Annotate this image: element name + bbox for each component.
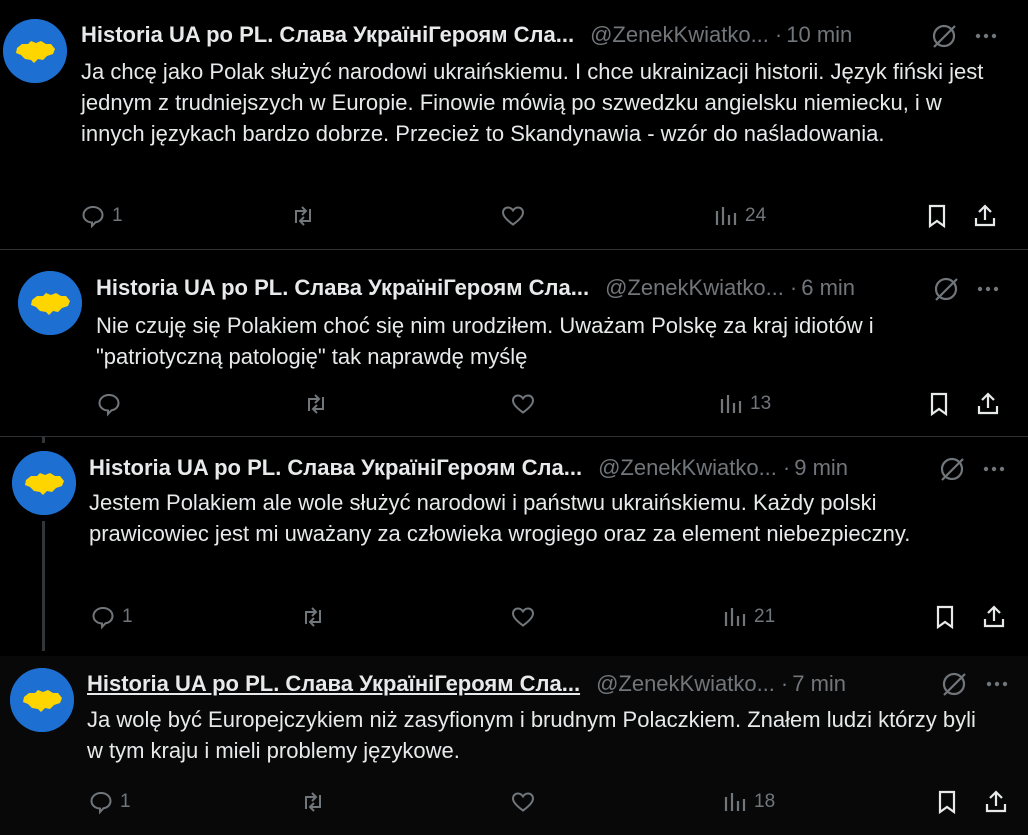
repost-icon	[305, 792, 321, 812]
like-button[interactable]	[510, 603, 542, 631]
views-button[interactable]: 24	[713, 202, 766, 230]
more-icon[interactable]	[980, 455, 1008, 483]
reply-button[interactable]: 1	[88, 788, 131, 816]
views-icon	[724, 608, 746, 626]
share-icon[interactable]	[983, 789, 1009, 815]
views-icon	[720, 395, 742, 413]
thread-line	[42, 521, 45, 651]
grok-icon[interactable]	[932, 275, 960, 303]
share-icon[interactable]	[981, 604, 1007, 630]
reply-button[interactable]: 1	[80, 202, 123, 230]
views-icon	[724, 793, 746, 811]
author-name[interactable]: Historia UA po PL. Слава УкраїніГероям С…	[87, 671, 580, 697]
reply-button[interactable]	[96, 390, 128, 418]
bookmark-icon[interactable]	[926, 391, 952, 417]
more-icon[interactable]	[974, 275, 1002, 303]
author-name[interactable]: Historia UA po PL. Слава УкраїніГероям С…	[89, 455, 582, 481]
tweet-1[interactable]: Historia UA po PL. Слава УкраїніГероям С…	[0, 0, 1028, 249]
separator-dot: ·	[782, 455, 791, 480]
like-icon	[511, 607, 535, 627]
more-icon[interactable]	[983, 670, 1011, 698]
ukraine-map-avatar-icon	[12, 451, 76, 515]
grok-icon[interactable]	[940, 670, 968, 698]
author-handle[interactable]: @ZenekKwiatko...	[590, 22, 769, 48]
tweet-3[interactable]: Historia UA po PL. Слава УкраїніГероям С…	[0, 437, 1028, 656]
author-handle[interactable]: @ZenekKwiatko...	[598, 455, 777, 481]
views-icon	[715, 207, 737, 225]
views-button[interactable]: 13	[718, 390, 771, 418]
views-count: 18	[754, 791, 776, 812]
bookmark-icon[interactable]	[934, 789, 960, 815]
share-icon[interactable]	[975, 391, 1001, 417]
avatar[interactable]	[18, 271, 82, 335]
tweet-text: Jestem Polakiem ale wole służyć narodowi…	[89, 490, 911, 546]
like-icon	[511, 792, 535, 812]
ukraine-map-avatar-icon	[18, 271, 82, 335]
timestamp[interactable]: 9 min	[794, 455, 848, 481]
reply-icon	[98, 393, 120, 417]
views-button[interactable]: 18	[722, 788, 775, 816]
separator-dot: ·	[774, 22, 783, 47]
like-icon	[501, 206, 525, 226]
thread-line	[42, 437, 45, 443]
grok-icon[interactable]	[938, 455, 966, 483]
repost-button[interactable]	[300, 788, 332, 816]
author-name[interactable]: Historia UA po PL. Слава УкраїніГероям С…	[96, 275, 589, 301]
like-icon	[511, 394, 535, 414]
tweet-4[interactable]: Historia UA po PL. Слава УкраїніГероям С…	[0, 656, 1028, 835]
author-handle[interactable]: @ZenekKwiatko...	[605, 275, 784, 301]
views-count: 13	[750, 393, 772, 414]
tweet-text: Nie czuję się Polakiem choć się nim urod…	[96, 313, 874, 369]
grok-icon[interactable]	[930, 22, 958, 50]
repost-button[interactable]	[290, 202, 322, 230]
tweet-text: Ja wolę być Europejczykiem niż zasyfiony…	[87, 707, 976, 763]
tweet-text: Ja chcę jako Polak służyć narodowi ukrai…	[81, 59, 984, 146]
reply-icon	[90, 791, 112, 815]
repost-icon	[305, 607, 321, 627]
views-count: 24	[745, 205, 767, 226]
repost-icon	[308, 394, 324, 414]
reply-button[interactable]: 1	[90, 603, 133, 631]
like-button[interactable]	[500, 202, 532, 230]
timestamp[interactable]: 6 min	[801, 275, 855, 301]
reply-count: 1	[112, 205, 123, 226]
separator-dot: ·	[780, 671, 789, 696]
share-icon[interactable]	[972, 203, 998, 229]
repost-button[interactable]	[300, 603, 332, 631]
timestamp[interactable]: 10 min	[786, 22, 852, 48]
avatar[interactable]	[10, 668, 74, 732]
repost-button[interactable]	[303, 390, 335, 418]
more-icon[interactable]	[972, 22, 1000, 50]
author-handle[interactable]: @ZenekKwiatko...	[596, 671, 775, 697]
author-name[interactable]: Historia UA po PL. Слава УкраїніГероям С…	[81, 22, 574, 48]
repost-icon	[295, 206, 311, 226]
reply-icon	[92, 606, 114, 630]
timestamp[interactable]: 7 min	[792, 671, 846, 697]
bookmark-icon[interactable]	[932, 604, 958, 630]
avatar[interactable]	[3, 19, 67, 83]
like-button[interactable]	[510, 390, 542, 418]
reply-count: 1	[120, 791, 131, 812]
bookmark-icon[interactable]	[924, 203, 950, 229]
avatar[interactable]	[12, 451, 76, 515]
ukraine-map-avatar-icon	[10, 668, 74, 732]
ukraine-map-avatar-icon	[3, 19, 67, 83]
views-count: 21	[754, 606, 776, 627]
reply-icon	[82, 205, 104, 229]
views-button[interactable]: 21	[722, 603, 775, 631]
like-button[interactable]	[510, 788, 542, 816]
reply-count: 1	[122, 606, 133, 627]
tweet-2[interactable]: Historia UA po PL. Слава УкраїніГероям С…	[0, 250, 1028, 436]
separator-dot: ·	[789, 275, 798, 300]
